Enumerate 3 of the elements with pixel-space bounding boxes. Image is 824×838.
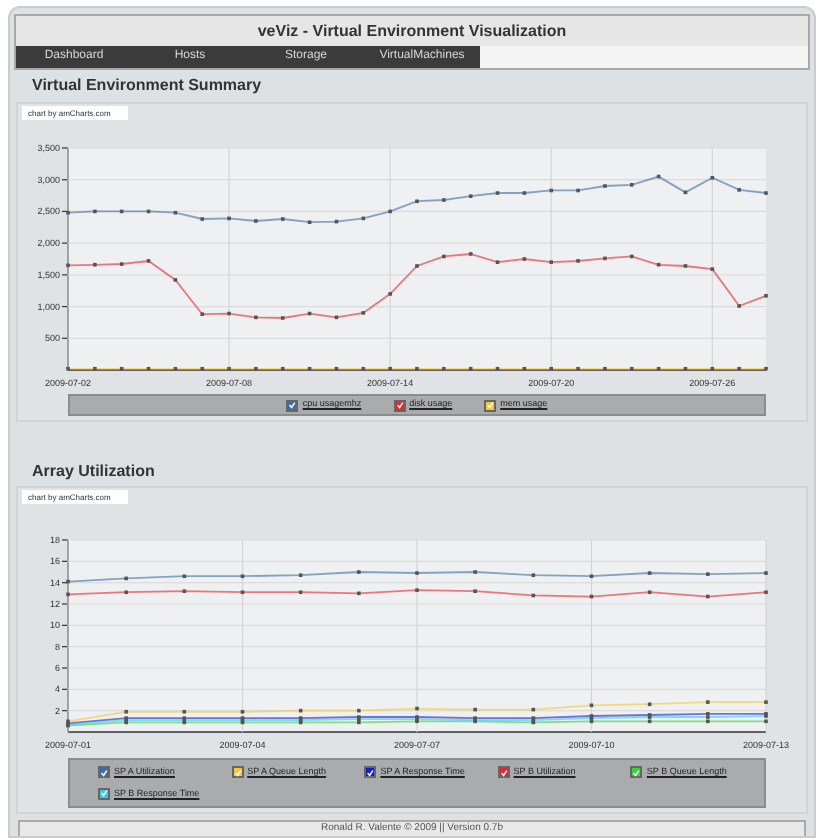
site-title: veViz - Virtual Environment Visualization [255,19,569,43]
section-title: Array Utilization [30,462,157,482]
section-title: Virtual Environment Summary [30,76,264,96]
